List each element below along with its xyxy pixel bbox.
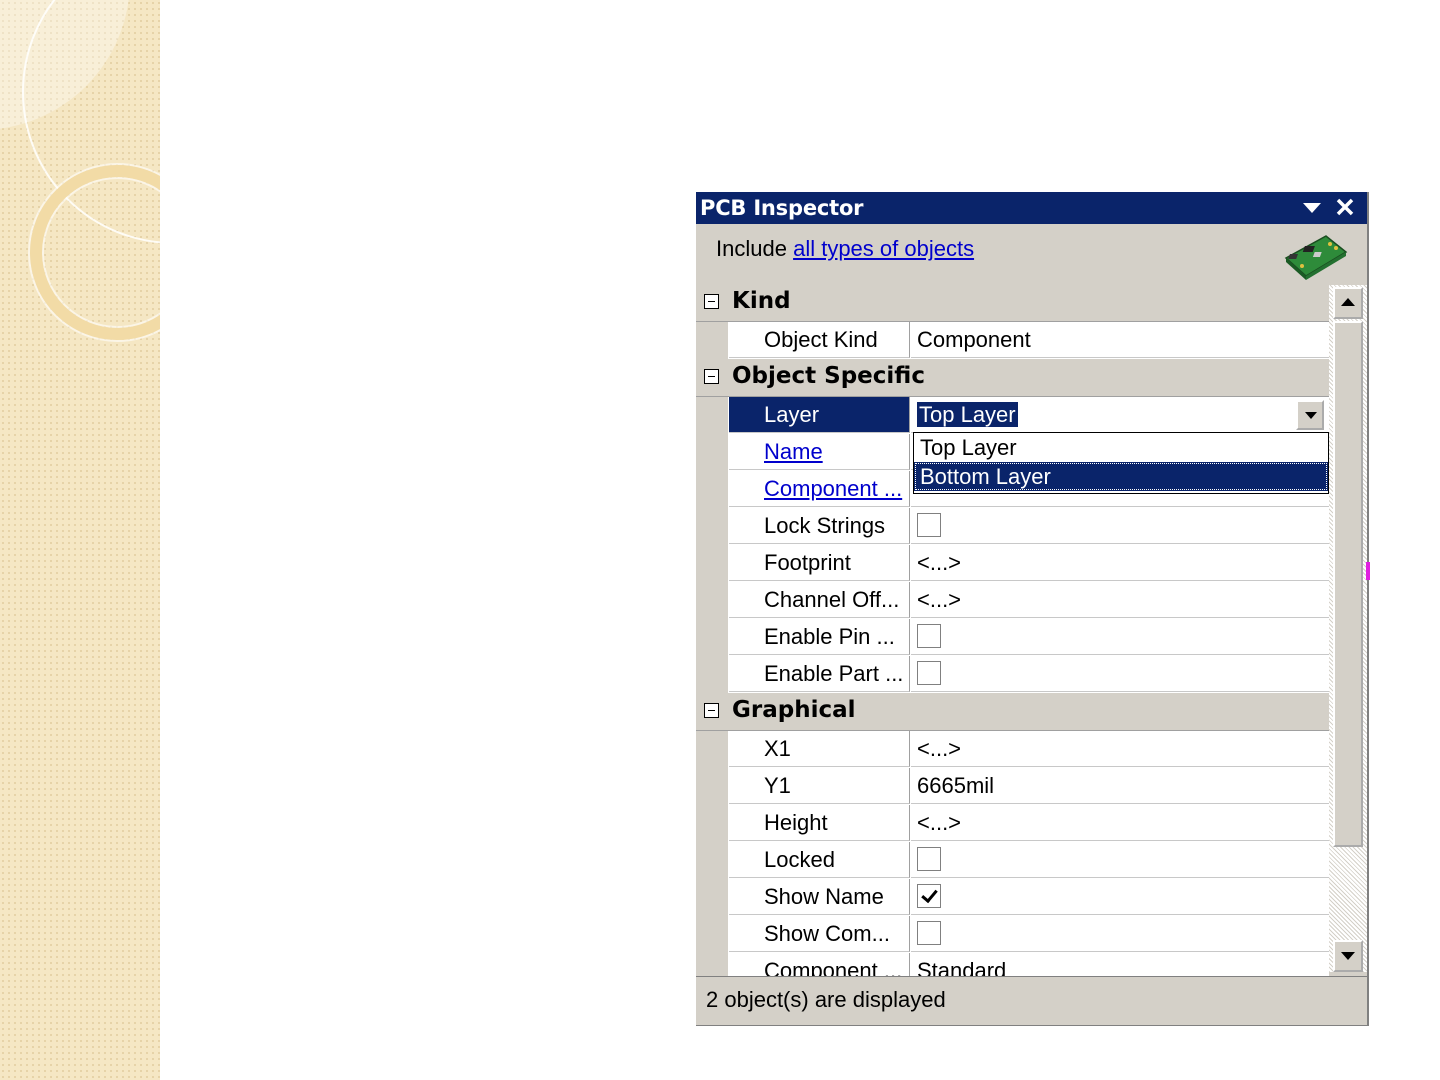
include-link[interactable]: all types of objects [793,236,974,261]
locked-checkbox[interactable] [917,847,941,872]
category-kind: Kind [696,284,1329,322]
decorative-ring [30,165,160,340]
property-name: Y1 [729,768,910,804]
property-row-x1[interactable]: X1 <...> [696,731,1329,768]
collapse-toggle-object-specific[interactable] [704,369,719,384]
property-name: X1 [729,731,910,767]
property-row-show-name[interactable]: Show Name [696,879,1329,916]
enable-pin-checkbox[interactable] [917,624,941,649]
collapse-toggle-graphical[interactable] [704,703,719,718]
category-object-specific: Object Specific [696,359,1329,397]
property-name: Footprint [729,545,910,581]
property-value[interactable]: <...> [911,731,1329,767]
property-row-channel-offset[interactable]: Channel Off... <...> [696,582,1329,619]
property-name: Layer [729,397,910,433]
dropdown-option-top-layer[interactable]: Top Layer [914,433,1328,462]
panel-title: PCB Inspector [700,196,864,220]
enable-part-checkbox[interactable] [917,661,941,686]
scroll-thumb[interactable] [1333,321,1363,847]
property-row-enable-pin[interactable]: Enable Pin ... [696,619,1329,656]
lock-strings-checkbox[interactable] [917,513,941,538]
scroll-up-icon[interactable] [1333,287,1363,319]
scroll-down-icon[interactable] [1333,940,1363,972]
property-value[interactable]: 6665mil [911,768,1329,804]
property-name: Lock Strings [729,508,910,544]
property-name: Show Name [729,879,910,915]
property-name: Object Kind [729,322,910,358]
vertical-scrollbar[interactable] [1329,285,1367,972]
category-graphical: Graphical [696,693,1329,731]
category-label-kind: Kind [732,288,791,314]
status-text: 2 object(s) are displayed [706,987,946,1012]
property-value[interactable]: <...> [911,805,1329,841]
property-row-layer[interactable]: Layer Top Layer [696,397,1329,434]
dropdown-arrow-icon[interactable] [1296,400,1324,430]
decorative-side-strip [0,0,160,1080]
edge-marker [1366,562,1370,580]
property-grid: Kind Object Kind Component Object Specif… [696,284,1329,990]
property-name-link[interactable]: Component ... [764,476,902,501]
property-row-object-kind[interactable]: Object Kind Component [696,322,1329,359]
include-filter: Include all types of objects [716,236,974,262]
property-row-y1[interactable]: Y1 6665mil [696,768,1329,805]
property-row-height[interactable]: Height <...> [696,805,1329,842]
property-name: Enable Pin ... [729,619,910,655]
pcb-board-icon [1284,235,1348,280]
pcb-inspector-panel: PCB Inspector Include all types of objec… [696,192,1369,1026]
status-bar: 2 object(s) are displayed [696,976,1367,1025]
property-row-footprint[interactable]: Footprint <...> [696,545,1329,582]
dropdown-option-bottom-layer[interactable]: Bottom Layer [914,462,1328,491]
property-row-lock-strings[interactable]: Lock Strings [696,508,1329,545]
category-label-object-specific: Object Specific [732,363,925,389]
show-comment-checkbox[interactable] [917,921,941,946]
panel-titlebar: PCB Inspector [696,192,1367,224]
property-name: Enable Part ... [729,656,910,692]
collapse-toggle-kind[interactable] [704,294,719,309]
layer-dropdown-list: Top Layer Bottom Layer [913,432,1329,494]
property-value[interactable]: <...> [911,545,1329,581]
layer-combobox-value: Top Layer [917,402,1018,427]
layer-combobox[interactable]: Top Layer [911,397,1329,433]
show-name-checkbox[interactable] [917,884,941,909]
property-row-enable-part[interactable]: Enable Part ... [696,656,1329,693]
property-value[interactable]: Component [911,322,1329,358]
include-prefix: Include [716,236,787,261]
property-name-link[interactable]: Name [764,439,823,464]
property-value[interactable]: <...> [911,582,1329,618]
property-row-locked[interactable]: Locked [696,842,1329,879]
chevron-down-icon[interactable] [1300,195,1324,219]
property-name: Height [729,805,910,841]
property-name: Show Com... [729,916,910,952]
property-name: Locked [729,842,910,878]
category-label-graphical: Graphical [732,697,856,723]
property-row-show-comment[interactable]: Show Com... [696,916,1329,953]
close-icon[interactable] [1333,195,1357,219]
property-name: Channel Off... [729,582,910,618]
